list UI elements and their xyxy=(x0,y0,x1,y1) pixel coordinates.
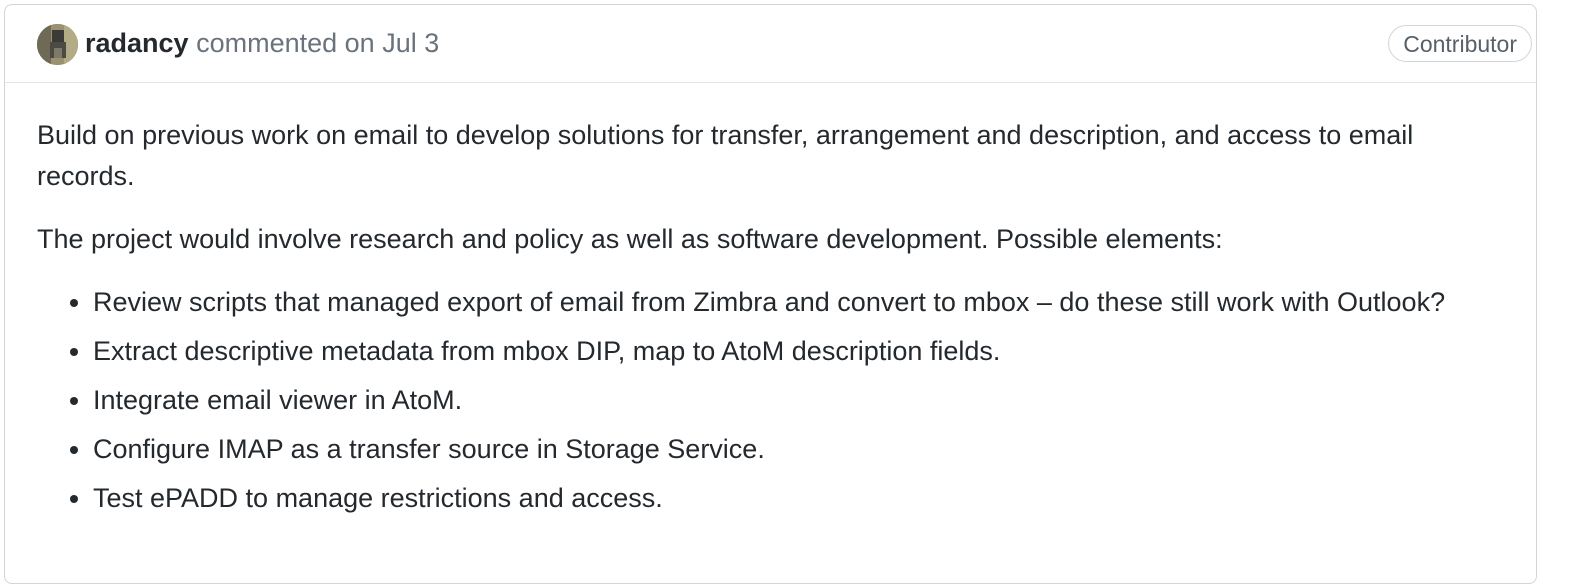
list-item: Integrate email viewer in AtoM. xyxy=(93,380,1504,421)
comment-card: radancy commented on Jul 3 Contributor B… xyxy=(4,4,1537,584)
paragraph: The project would involve research and p… xyxy=(37,224,1223,254)
comment-date-link[interactable]: Jul 3 xyxy=(382,28,439,58)
list-item: Configure IMAP as a transfer source in S… xyxy=(93,429,1504,470)
list-item: Extract descriptive metadata from mbox D… xyxy=(93,331,1504,372)
comment-meta: commented on Jul 3 xyxy=(196,28,439,58)
role-badge: Contributor xyxy=(1388,25,1532,62)
author-avatar[interactable] xyxy=(37,24,78,65)
list-item: Test ePADD to manage restrictions and ac… xyxy=(93,478,1504,519)
comment-header-text: radancy commented on Jul 3 xyxy=(85,26,439,60)
elements-list: Review scripts that managed export of em… xyxy=(37,282,1504,519)
avatar-image-icon xyxy=(37,24,78,65)
list-item: Review scripts that managed export of em… xyxy=(93,282,1504,323)
comment-header: radancy commented on Jul 3 Contributor xyxy=(5,5,1536,83)
paragraph: Build on previous work on email to devel… xyxy=(37,120,1414,191)
comment-body: Build on previous work on email to devel… xyxy=(5,83,1536,519)
author-name-link[interactable]: radancy xyxy=(85,28,189,58)
comment-action: commented on xyxy=(196,28,375,58)
